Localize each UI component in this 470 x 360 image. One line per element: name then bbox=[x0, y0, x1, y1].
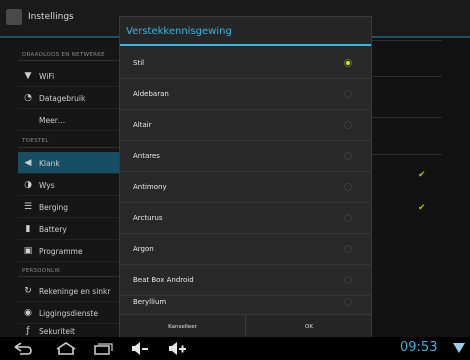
notification-sound-dialog: Verstekkennisgewing Stil Aldebaran Altai… bbox=[119, 16, 372, 339]
sidebar-item-accounts-sync[interactable]: ↻ Rekeninge en sinkr bbox=[18, 280, 120, 302]
volume-icon: ◀ bbox=[24, 158, 32, 168]
ringtone-option[interactable]: Antimony bbox=[120, 172, 371, 203]
back-icon[interactable] bbox=[12, 341, 34, 356]
ringtone-option[interactable]: Beat Box Android bbox=[120, 265, 371, 296]
volume-down-icon[interactable] bbox=[130, 341, 150, 356]
sidebar-item-location[interactable]: ◉ Liggingsdienste bbox=[18, 302, 120, 324]
sidebar-item-label: WiFi bbox=[39, 72, 55, 81]
sidebar-item-label: Berging bbox=[39, 203, 69, 212]
sidebar-item-more[interactable]: Meer… bbox=[18, 109, 120, 131]
detail-divider bbox=[372, 40, 442, 41]
ringtone-option[interactable]: Arcturus bbox=[120, 203, 371, 234]
sidebar-item-label: Meer… bbox=[39, 116, 66, 125]
ok-button[interactable]: OK bbox=[246, 315, 372, 339]
ringtone-option[interactable]: Aldebaran bbox=[120, 79, 371, 110]
dialog-title: Verstekkennisgewing bbox=[126, 26, 232, 37]
recent-apps-icon[interactable] bbox=[92, 341, 114, 356]
sidebar-item-display[interactable]: ◑ Wys bbox=[18, 174, 120, 196]
ringtone-option[interactable]: Argon bbox=[120, 234, 371, 265]
section-header-personal: PERSOONLIK bbox=[22, 268, 61, 274]
section-divider bbox=[18, 147, 120, 148]
clock: 09:53 bbox=[400, 340, 438, 355]
home-icon[interactable] bbox=[55, 341, 77, 356]
sidebar-item-label: Battery bbox=[39, 225, 67, 234]
ringtone-option-label: Arcturus bbox=[133, 214, 163, 222]
apps-icon: ▣ bbox=[23, 246, 33, 256]
wifi-signal-icon bbox=[453, 343, 465, 353]
ringtone-option[interactable]: Altair bbox=[120, 110, 371, 141]
system-navigation-bar: 09:53 bbox=[0, 337, 470, 360]
ringtone-option-label: Stil bbox=[133, 59, 145, 67]
radio-unselected-icon[interactable] bbox=[344, 298, 352, 306]
battery-icon: ▮ bbox=[25, 224, 31, 234]
sidebar-item-wifi[interactable]: ▼ WiFi bbox=[18, 65, 120, 87]
detail-divider bbox=[372, 154, 442, 155]
ringtone-option-label: Beryllium bbox=[133, 298, 167, 306]
ringtone-option-label: Altair bbox=[133, 121, 152, 129]
radio-unselected-icon[interactable] bbox=[344, 276, 352, 284]
location-icon: ◉ bbox=[24, 308, 32, 318]
ringtone-option-label: Argon bbox=[133, 245, 154, 253]
radio-unselected-icon[interactable] bbox=[344, 121, 352, 129]
sidebar-item-storage[interactable]: ☰ Berging bbox=[18, 196, 120, 218]
checkbox-checked-icon[interactable]: ✔ bbox=[418, 170, 426, 180]
ringtone-option[interactable]: Stil bbox=[120, 48, 371, 79]
sidebar-item-data-usage[interactable]: ◔ Datagebruik bbox=[18, 87, 120, 109]
sidebar-item-label: Programme bbox=[39, 247, 83, 256]
cancel-button[interactable]: Kanselleer bbox=[120, 315, 246, 339]
sidebar-item-sound[interactable]: ◀ Klank bbox=[18, 152, 120, 174]
ringtone-option-label: Aldebaran bbox=[133, 90, 169, 98]
ringtone-option[interactable]: Beryllium bbox=[120, 296, 371, 314]
volume-up-icon[interactable] bbox=[167, 341, 187, 356]
radio-unselected-icon[interactable] bbox=[344, 183, 352, 191]
sync-icon: ↻ bbox=[24, 286, 32, 296]
radio-selected-icon[interactable] bbox=[344, 59, 352, 67]
display-icon: ◑ bbox=[24, 180, 32, 190]
ringtone-option-label: Antimony bbox=[133, 183, 167, 191]
ringtone-option-label: Beat Box Android bbox=[133, 276, 194, 284]
radio-unselected-icon[interactable] bbox=[344, 90, 352, 98]
radio-unselected-icon[interactable] bbox=[344, 152, 352, 160]
ringtone-option-label: Antares bbox=[133, 152, 160, 160]
data-usage-icon: ◔ bbox=[24, 93, 32, 103]
ringtone-option[interactable]: Antares bbox=[120, 141, 371, 172]
sidebar-item-label: Klank bbox=[39, 159, 60, 168]
radio-unselected-icon[interactable] bbox=[344, 214, 352, 222]
sidebar-item-label: Datagebruik bbox=[39, 94, 86, 103]
detail-divider bbox=[372, 76, 442, 77]
settings-sidebar: DRAADLOOS EN NETWERKE ▼ WiFi ◔ Datagebru… bbox=[0, 40, 120, 337]
security-icon: ƒ bbox=[26, 326, 30, 336]
sidebar-item-security[interactable]: ƒ Sekuriteit bbox=[18, 324, 120, 337]
sidebar-item-battery[interactable]: ▮ Battery bbox=[18, 218, 120, 240]
dialog-title-bar: Verstekkennisgewing bbox=[120, 17, 371, 46]
sidebar-item-label: Rekeninge en sinkr bbox=[39, 287, 111, 296]
sidebar-item-label: Sekuriteit bbox=[39, 327, 75, 336]
dialog-button-bar: Kanselleer OK bbox=[120, 314, 372, 339]
sidebar-item-apps[interactable]: ▣ Programme bbox=[18, 240, 120, 262]
section-header-wireless: DRAADLOOS EN NETWERKE bbox=[22, 52, 105, 58]
checkbox-checked-icon[interactable]: ✔ bbox=[418, 203, 426, 213]
wifi-icon: ▼ bbox=[24, 71, 32, 81]
radio-unselected-icon[interactable] bbox=[344, 245, 352, 253]
settings-app-icon bbox=[6, 9, 22, 25]
section-header-device: TOESTEL bbox=[22, 138, 49, 144]
section-divider bbox=[18, 60, 120, 61]
sidebar-item-label: Liggingsdienste bbox=[39, 309, 98, 318]
section-divider bbox=[18, 276, 120, 277]
storage-icon: ☰ bbox=[23, 202, 33, 212]
app-title: Instellings bbox=[28, 12, 74, 22]
sidebar-item-label: Wys bbox=[39, 181, 55, 190]
detail-divider bbox=[372, 117, 442, 118]
settings-detail-pane: ✔ ✔ bbox=[372, 40, 470, 337]
